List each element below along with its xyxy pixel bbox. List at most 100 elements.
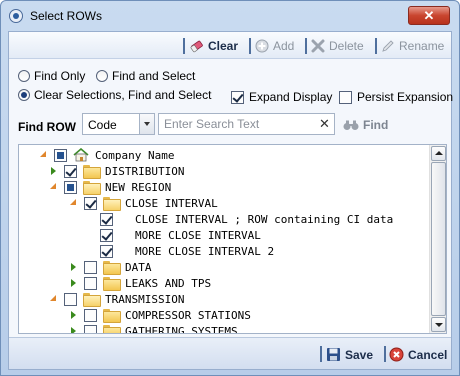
- folder-icon: [103, 261, 121, 275]
- search-input[interactable]: [159, 114, 317, 134]
- tree-checkbox[interactable]: [84, 276, 97, 290]
- close-button[interactable]: ✕: [408, 6, 450, 25]
- tree-checkbox[interactable]: [84, 324, 97, 333]
- chevron-down-icon[interactable]: [139, 114, 154, 134]
- radio-circle: [18, 70, 30, 82]
- toolbar-separator: [249, 38, 251, 54]
- folder-icon: [103, 309, 121, 323]
- tree-row-label: LEAKS AND TPS: [125, 276, 212, 290]
- tree-checkbox[interactable]: [84, 308, 97, 322]
- folder-open-icon: [83, 293, 101, 307]
- clear-find-select-radio[interactable]: Clear Selections, Find and Select: [18, 88, 211, 102]
- collapse-arrow-icon[interactable]: [49, 294, 59, 304]
- toolbar-separator: [375, 38, 377, 54]
- save-button[interactable]: Save: [326, 347, 373, 362]
- app-icon: [9, 9, 23, 23]
- find-and-select-label: Find and Select: [112, 69, 196, 83]
- tree-row[interactable]: COMPRESSOR STATIONS: [69, 307, 251, 323]
- save-label: Save: [345, 348, 374, 362]
- expand-arrow-icon[interactable]: [69, 326, 79, 333]
- folder-open-icon: [103, 197, 121, 211]
- search-box: ✕: [158, 113, 335, 135]
- expand-display-label: Expand Display: [249, 90, 333, 104]
- find-row-label: Find ROW: [18, 120, 76, 134]
- tree-row[interactable]: MORE CLOSE INTERVAL 2: [85, 243, 274, 259]
- tree-checkbox[interactable]: [84, 196, 97, 210]
- find-button[interactable]: Find: [343, 118, 388, 132]
- tree-row[interactable]: GATHERING SYSTEMS: [69, 323, 238, 333]
- home-icon: [73, 148, 89, 162]
- tree-checkbox[interactable]: [100, 228, 113, 242]
- tree-row-label: DATA: [125, 260, 152, 274]
- folder-open-icon: [83, 181, 101, 195]
- tree-row[interactable]: CLOSE INTERVAL ; ROW containing CI data: [85, 211, 393, 227]
- select-rows-window: Select ROWs ✕ Clear Add Delete Rename Fi…: [0, 0, 460, 376]
- title-bar[interactable]: Select ROWs ✕: [1, 1, 459, 31]
- scroll-down-icon[interactable]: [431, 317, 446, 332]
- plus-circle-icon: [255, 39, 269, 53]
- folder-icon: [103, 277, 121, 291]
- tree-row[interactable]: NEW REGION: [49, 179, 171, 195]
- tree-checkbox[interactable]: [100, 212, 113, 226]
- checkbox-checked: [231, 90, 244, 104]
- add-button[interactable]: Add: [255, 37, 294, 55]
- scroll-up-icon[interactable]: [431, 146, 446, 161]
- dialog-body: Clear Add Delete Rename Find Only Find a…: [8, 31, 453, 370]
- collapse-arrow-icon[interactable]: [39, 150, 49, 160]
- expand-arrow-icon[interactable]: [69, 278, 79, 288]
- vertical-scrollbar[interactable]: [429, 145, 446, 333]
- delete-label: Delete: [329, 39, 364, 53]
- binoculars-icon: [343, 120, 359, 130]
- scroll-thumb[interactable]: [431, 162, 446, 316]
- toolbar: Clear Add Delete Rename: [9, 32, 451, 59]
- clear-search-icon[interactable]: ✕: [318, 117, 331, 131]
- cancel-icon: [389, 347, 404, 362]
- tree-row[interactable]: DATA: [69, 259, 152, 275]
- footer-separator: [384, 346, 386, 362]
- collapse-arrow-icon[interactable]: [69, 198, 79, 208]
- tree-checkbox[interactable]: [64, 292, 77, 306]
- expand-display-checkbox[interactable]: Expand Display: [231, 90, 332, 104]
- tree-checkbox[interactable]: [100, 244, 113, 258]
- dialog-footer: Save Cancel: [9, 337, 451, 369]
- find-and-select-radio[interactable]: Find and Select: [96, 69, 195, 83]
- tree-row-label: GATHERING SYSTEMS: [125, 324, 238, 334]
- tree-row-label: Company Name: [95, 148, 175, 162]
- rename-button[interactable]: Rename: [381, 37, 444, 55]
- tree-row-label: CLOSE INTERVAL: [125, 196, 218, 210]
- tree-row[interactable]: TRANSMISSION: [49, 291, 184, 307]
- clear-label: Clear: [208, 39, 239, 53]
- collapse-arrow-icon[interactable]: [49, 182, 59, 192]
- footer-separator: [320, 346, 322, 362]
- folder-icon: [103, 325, 121, 333]
- delete-button[interactable]: Delete: [311, 37, 364, 55]
- tree-checkbox[interactable]: [64, 180, 77, 194]
- pencil-icon: [382, 40, 394, 52]
- rename-label: Rename: [399, 39, 445, 53]
- tree-row[interactable]: MORE CLOSE INTERVAL: [85, 227, 261, 243]
- floppy-disk-icon: [327, 348, 340, 361]
- tree-checkbox[interactable]: [54, 148, 67, 162]
- row-tree: Company Name DISTRIBUTION NEW REGION CLOSE …: [19, 145, 430, 333]
- clear-button[interactable]: Clear: [190, 37, 238, 55]
- radio-circle-selected: [18, 89, 30, 101]
- search-field-dropdown[interactable]: Code: [82, 113, 155, 135]
- expand-arrow-icon[interactable]: [69, 310, 79, 320]
- expand-arrow-icon[interactable]: [49, 166, 59, 176]
- persist-expansion-checkbox[interactable]: Persist Expansion: [339, 90, 453, 104]
- tree-checkbox[interactable]: [84, 260, 97, 274]
- tree-row[interactable]: LEAKS AND TPS: [69, 275, 211, 291]
- tree-row[interactable]: DISTRIBUTION: [49, 163, 184, 179]
- delete-x-icon: [311, 39, 325, 53]
- find-label: Find: [363, 118, 389, 132]
- tree-checkbox[interactable]: [64, 164, 77, 178]
- tree-row[interactable]: Company Name: [39, 147, 174, 163]
- tree-row[interactable]: CLOSE INTERVAL: [69, 195, 218, 211]
- tree-row-label: DISTRIBUTION: [105, 164, 185, 178]
- cancel-button[interactable]: Cancel: [389, 347, 447, 362]
- toolbar-separator: [183, 38, 185, 54]
- expand-arrow-icon[interactable]: [69, 262, 79, 272]
- find-only-radio[interactable]: Find Only: [18, 69, 85, 83]
- tree-row-label: MORE CLOSE INTERVAL 2: [135, 244, 275, 258]
- tree-row-label: MORE CLOSE INTERVAL: [135, 228, 261, 242]
